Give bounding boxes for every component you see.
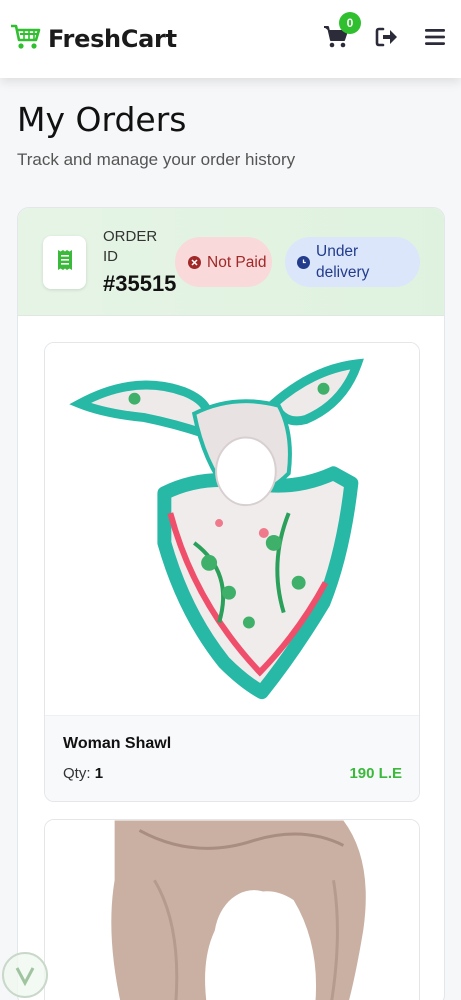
- clock-icon: [297, 255, 310, 269]
- quantity-label: Qty:: [63, 765, 91, 782]
- delivery-status-badge: Under delivery: [285, 237, 420, 287]
- order-item[interactable]: [44, 819, 420, 1000]
- top-navbar: FreshCart 0: [0, 0, 461, 78]
- product-name: Woman Shawl: [63, 735, 172, 752]
- order-card: ORDER ID #35515 Not Paid Under delivery: [17, 207, 445, 1000]
- order-header: ORDER ID #35515 Not Paid Under delivery: [18, 208, 444, 316]
- order-item[interactable]: Woman Shawl Qty: 1 190 L.E: [44, 342, 420, 802]
- brand-name: FreshCart: [48, 25, 177, 53]
- order-id: #35515: [103, 271, 177, 296]
- product-quantity: Qty: 1: [63, 765, 103, 782]
- logout-icon: [375, 27, 399, 52]
- hamburger-menu-icon: [425, 28, 445, 51]
- brand-logo[interactable]: FreshCart: [10, 23, 177, 56]
- delivery-status-text: Under delivery: [316, 243, 370, 281]
- product-price: 190 L.E: [349, 765, 402, 782]
- nav-actions: 0: [323, 11, 451, 54]
- receipt-icon-box: [43, 236, 86, 289]
- cart-count-badge: 0: [339, 11, 361, 34]
- payment-status-badge: Not Paid: [175, 237, 272, 287]
- watermark-logo: [2, 952, 48, 998]
- product-info: Woman Shawl Qty: 1 190 L.E: [45, 715, 419, 801]
- payment-status-text: Not Paid: [207, 253, 267, 271]
- logout-button[interactable]: [375, 27, 399, 52]
- quantity-value: 1: [94, 765, 104, 782]
- page-subtitle: Track and manage your order history: [17, 150, 296, 169]
- cart-button[interactable]: 0: [323, 11, 361, 54]
- x-circle-icon: [188, 255, 201, 269]
- shopping-cart-icon: [10, 23, 42, 56]
- page-title: My Orders: [17, 100, 187, 139]
- product-image-scarf: [45, 820, 419, 1000]
- product-image-shawl: [45, 343, 419, 715]
- order-id-label: ORDER ID: [103, 228, 158, 265]
- menu-button[interactable]: [425, 28, 445, 51]
- receipt-icon: [57, 249, 73, 276]
